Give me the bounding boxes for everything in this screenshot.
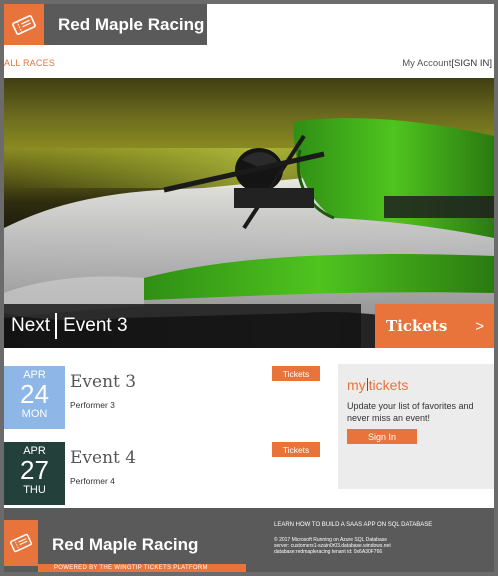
my-tickets-description: Update your list of favorites and never … xyxy=(347,401,474,423)
event-weekday: THU xyxy=(23,484,46,496)
divider xyxy=(366,378,368,391)
my-tickets-title: my tickets xyxy=(347,377,408,393)
all-races-link[interactable]: ALL RACES xyxy=(4,58,55,68)
event-item: APR 24 MON Event 3 Performer 3 Tickets xyxy=(4,366,334,429)
ticket-icon[interactable] xyxy=(4,4,44,45)
event-date-tile: APR 27 THU xyxy=(4,442,65,505)
page: Red Maple Racing ALL RACES My Account[SI… xyxy=(4,4,494,572)
next-event-bar: Next Event 3 xyxy=(4,304,361,348)
site-footer: Red Maple Racing POWERED BY THE WINGTIP … xyxy=(4,508,494,572)
my-tickets-panel: my tickets Update your list of favorites … xyxy=(338,364,494,489)
sign-in-button[interactable]: Sign In xyxy=(347,429,417,444)
site-header: Red Maple Racing xyxy=(4,4,207,45)
hero-banner: Next Event 3 Tickets > xyxy=(4,78,494,348)
ticket-icon[interactable] xyxy=(4,520,38,566)
database-text: database:redmapleracing tenant id: 0x6A3… xyxy=(274,549,383,555)
my-account-link[interactable]: My Account xyxy=(402,58,451,69)
footer-meta: © 2017 Microsoft Running on Azure SQL Da… xyxy=(274,537,391,555)
divider xyxy=(55,313,58,339)
brand-name[interactable]: Red Maple Racing xyxy=(58,15,204,35)
footer-brand-name[interactable]: Red Maple Racing xyxy=(52,535,198,555)
event-performer: Performer 4 xyxy=(70,476,115,486)
chevron-right-icon: > xyxy=(475,317,484,335)
event-day: 24 xyxy=(20,379,49,409)
event-day: 27 xyxy=(20,455,49,485)
event-title[interactable]: Event 3 xyxy=(70,372,136,392)
hero-tickets-label: Tickets xyxy=(386,317,448,335)
sign-in-link[interactable]: [SIGN IN] xyxy=(451,58,492,69)
my-tickets-title-my: my xyxy=(347,377,366,393)
powered-by-banner: POWERED BY THE WINGTIP TICKETS PLATFORM xyxy=(38,564,246,572)
event-item: APR 27 THU Event 4 Performer 4 Tickets xyxy=(4,442,334,505)
event-performer: Performer 3 xyxy=(70,400,115,410)
my-tickets-title-tickets: tickets xyxy=(368,377,409,393)
next-label: Next xyxy=(11,315,51,336)
learn-saas-link[interactable]: LEARN HOW TO BUILD A SAAS APP ON SQL DAT… xyxy=(274,522,432,528)
event-weekday: MON xyxy=(21,408,48,420)
event-tickets-button[interactable]: Tickets xyxy=(272,366,320,381)
account-area: My Account[SIGN IN] xyxy=(402,58,492,69)
event-tickets-button[interactable]: Tickets xyxy=(272,442,320,457)
hero-tickets-button[interactable]: Tickets > xyxy=(375,304,494,348)
event-date-tile: APR 24 MON xyxy=(4,366,65,429)
event-title[interactable]: Event 4 xyxy=(70,448,136,468)
next-event-name[interactable]: Event 3 xyxy=(63,315,127,337)
